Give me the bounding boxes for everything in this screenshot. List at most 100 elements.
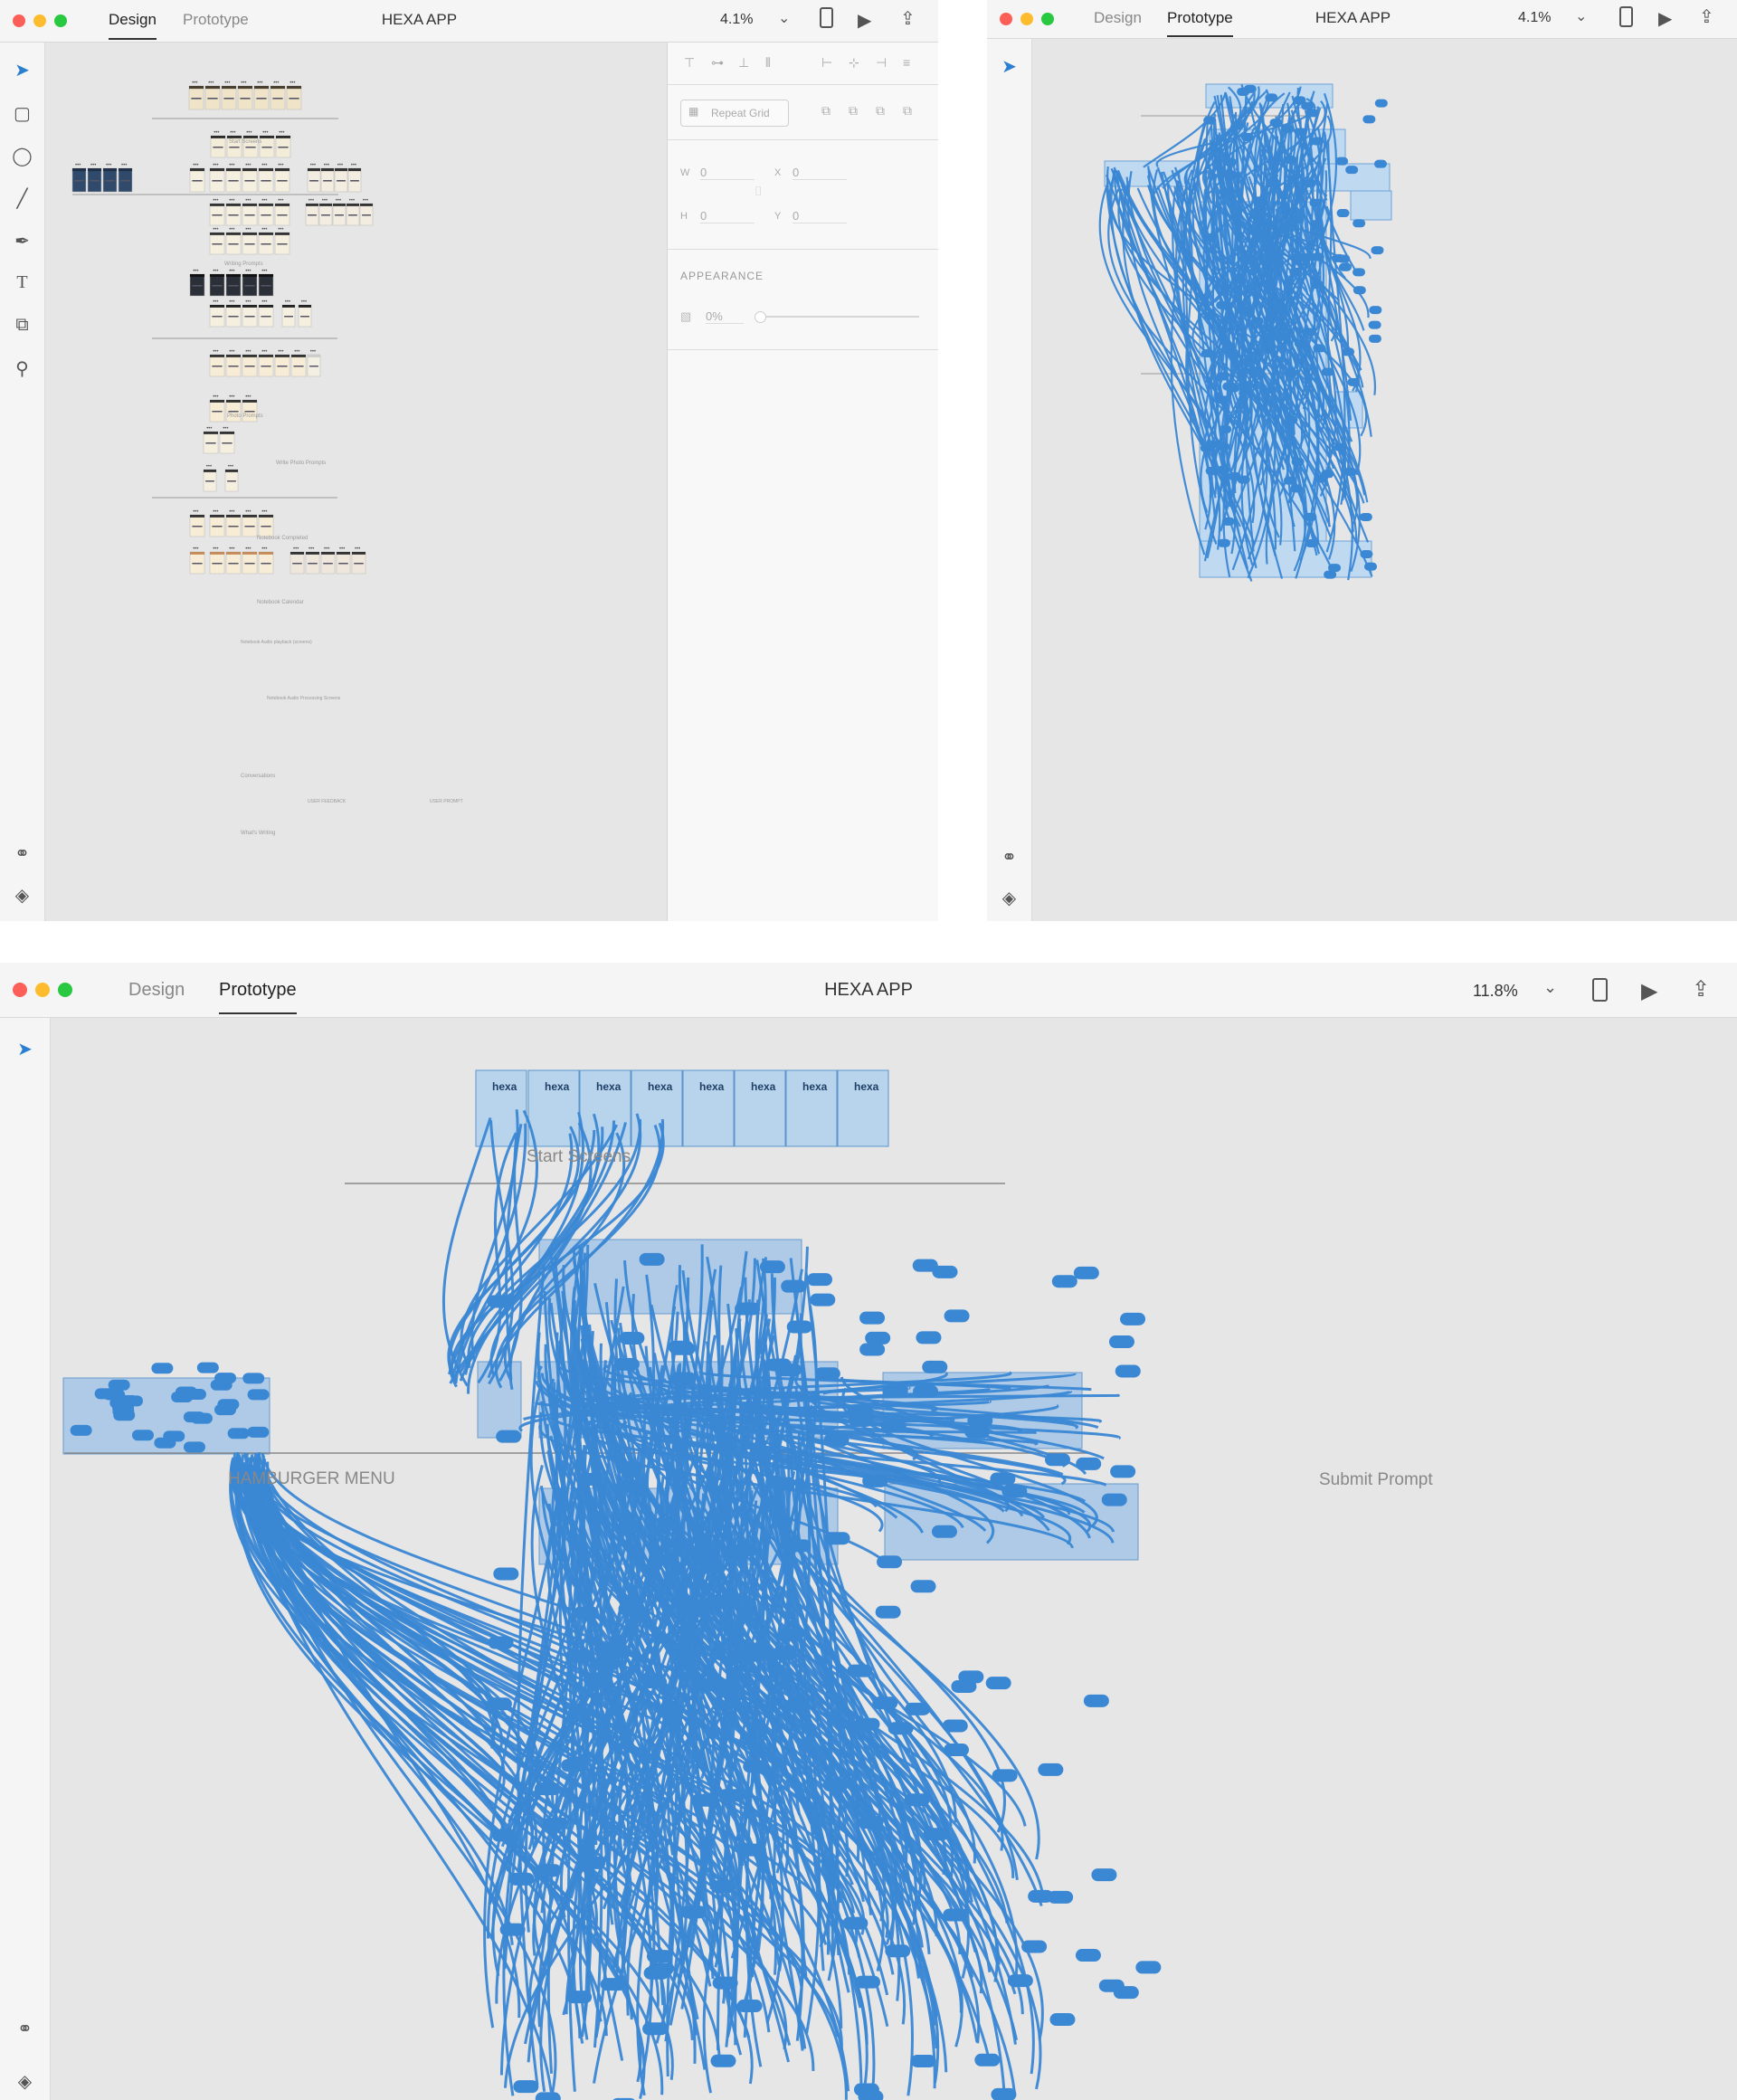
prototype-zoom-canvas[interactable]: hexa hexa hexa hexa hexa hexa hexa hexa Start S… [51,1018,1737,2100]
artboard-header [238,86,252,90]
prototype-overview-canvas[interactable] [1032,39,1737,921]
wire-handle [910,1580,936,1593]
artboard-block [192,526,203,527]
repeat-grid-button[interactable]: ▦ Repeat Grid [680,100,789,127]
layers-icon[interactable]: ◈ [0,884,44,907]
properties-panel: ⊤ ⊶ ⊥ ⫴ ⊢ ⊹ ⊣ ≡ ▦ Repeat Grid ⧉ ⧉ ⧉ ⧉ W … [667,43,938,921]
chevron-down-icon[interactable]: ⌄ [778,9,790,27]
zoom-level[interactable]: 11.8% [1473,982,1518,1001]
layers-icon[interactable]: ◈ [0,2070,50,2093]
opacity-slider-thumb[interactable] [755,311,766,323]
opacity-slider[interactable] [755,311,919,323]
symbols-icon[interactable]: ⚭ [987,846,1031,869]
device-preview-icon[interactable] [1617,6,1635,27]
chevron-down-icon[interactable]: ⌄ [1575,7,1587,25]
artboard-dots: ••• [339,546,345,552]
select-icon[interactable]: ➤ [987,55,1031,78]
artboard-block [244,316,255,318]
wire-handle [499,1923,526,1936]
wire-handle [1290,215,1304,224]
wire-handle [1283,155,1296,164]
align-center-icon[interactable]: ⊹ [849,55,859,71]
wire-handle [535,2092,561,2100]
h-field[interactable]: 0 [700,209,755,223]
wire-handle [1216,395,1229,404]
align-bottom-icon[interactable]: ⊥ [738,55,749,71]
zoom-level[interactable]: 4.1% [720,12,753,28]
select-icon[interactable]: ➤ [0,59,44,81]
wire-handle [1321,367,1334,376]
wire-handle [875,1605,901,1619]
align-top-icon[interactable]: ⊤ [684,55,695,71]
boolean-intersect-icon[interactable]: ⧉ [876,103,885,119]
artboard-block [212,243,223,245]
share-icon[interactable]: ⇪ [900,7,916,30]
boolean-subtract-icon[interactable]: ⧉ [849,103,858,119]
distribute-h-icon[interactable]: ≡ [903,55,910,70]
wire-handle [736,2000,763,2013]
artboard-dots: ••• [290,81,295,86]
wire-handle [1113,1986,1139,2000]
device-preview-icon[interactable] [1590,978,1609,1002]
wire-handle [923,1828,949,1841]
artboard-block [228,316,239,318]
artboard-header [360,204,373,206]
ellipse-icon[interactable]: ◯ [0,145,44,167]
artboard-dots: ••• [351,163,356,168]
artboard-dots: ••• [285,299,290,305]
share-icon[interactable]: ⇪ [1692,976,1710,1002]
align-row: ⊤ ⊶ ⊥ ⫴ ⊢ ⊹ ⊣ ≡ [668,43,938,85]
artboard-block [272,98,283,100]
lock-aspect-icon[interactable]: ⌷ [755,184,762,199]
artboard-dots: ••• [261,299,267,305]
select-icon[interactable]: ➤ [0,1038,50,1060]
boolean-exclude-icon[interactable]: ⧉ [903,103,912,119]
pen-icon[interactable]: ✒ [0,230,44,252]
symbols-icon[interactable]: ⚭ [0,2018,50,2040]
text-icon[interactable]: T [0,272,44,293]
play-icon[interactable]: ▶ [1641,978,1657,1004]
artboard-block [261,526,271,527]
wire-handle [1371,246,1384,255]
align-right-icon[interactable]: ⊣ [876,55,887,71]
boolean-add-icon[interactable]: ⧉ [821,103,831,119]
opacity-field[interactable]: 0% [706,309,744,324]
line-icon[interactable]: ╱ [0,187,44,210]
artboard-dots: ••• [90,163,96,168]
artboard-block [308,214,317,216]
artboard-header [103,168,117,172]
wire-handle [1221,517,1235,526]
wire-handle [680,1905,707,1919]
artboard-block [105,180,115,182]
play-icon[interactable]: ▶ [1658,7,1672,30]
artboard-header [321,552,335,555]
x-field[interactable]: 0 [793,166,847,180]
align-middle-icon[interactable]: ⊶ [711,55,724,71]
artboard-block [261,316,271,318]
chevron-down-icon[interactable]: ⌄ [1543,978,1557,997]
y-field[interactable]: 0 [793,209,847,223]
artboard-icon[interactable]: ⧉ [0,315,44,336]
wire-handle [70,1424,92,1436]
share-icon[interactable]: ⇪ [1699,5,1714,28]
zoom-level[interactable]: 4.1% [1518,10,1551,26]
wire-handle [616,1480,642,1494]
rectangle-icon[interactable]: ▢ [0,102,44,125]
device-preview-icon[interactable] [817,7,835,28]
distribute-icon[interactable]: ⫴ [765,55,771,71]
align-left-icon[interactable]: ⊢ [821,55,832,71]
wire-handle [854,1717,880,1731]
layers-icon[interactable]: ◈ [987,887,1031,909]
wire-handle [784,1698,811,1712]
play-icon[interactable]: ▶ [858,9,871,32]
artboard-dots: ••• [261,198,267,204]
artboard-block [205,480,214,482]
design-canvas[interactable]: ••• ••• ••• ••• ••• ••• ••• ••• ••• ••• ••• ••• ••• •… [45,43,667,921]
artboard-outline [1350,190,1392,221]
zoom-icon[interactable]: ⚲ [0,357,44,380]
tool-bar: ➤ ▢ ◯ ╱ ✒ T ⧉ ⚲ ⚭ ◈ [0,43,45,921]
prototype-wire [442,1117,492,1387]
artboard-dots: ••• [106,163,111,168]
w-field[interactable]: 0 [700,166,755,180]
symbols-icon[interactable]: ⚭ [0,842,44,865]
